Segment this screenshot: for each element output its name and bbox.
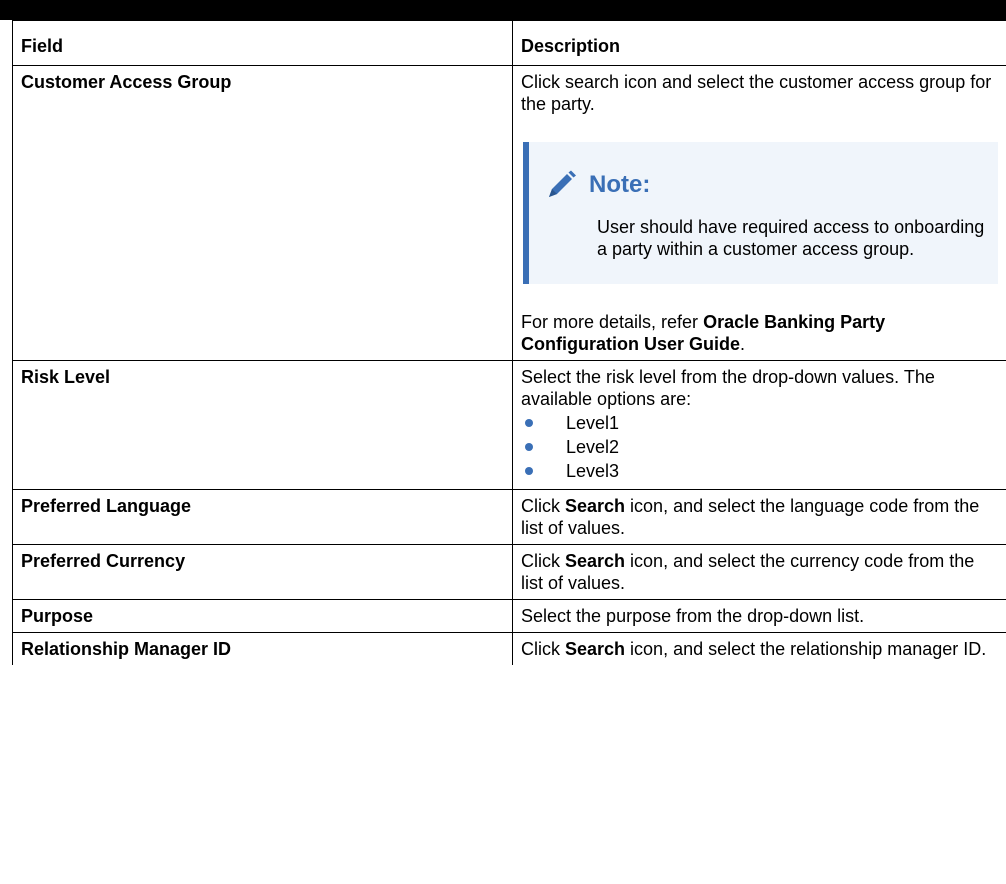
risk-level-options: Level1 Level2 Level3 — [521, 412, 998, 484]
table-row-risk-level: Risk Level Select the risk level from th… — [12, 360, 1006, 490]
note-heading: Note: — [545, 170, 986, 200]
search-label: Search — [565, 639, 626, 659]
header-description: Description — [512, 20, 1006, 66]
table-row-preferred-currency: Preferred Currency Click Search icon, an… — [12, 544, 1006, 600]
more-prefix: For more details, refer — [521, 312, 704, 332]
more-details-text: For more details, refer Oracle Banking P… — [521, 311, 998, 355]
table-row-purpose: Purpose Select the purpose from the drop… — [12, 599, 1006, 633]
field-description-table: Field Description Customer Access Group … — [12, 20, 1006, 665]
table-row-relationship-manager-id: Relationship Manager ID Click Search ico… — [12, 632, 1006, 665]
field-description: Click Search icon, and select the curren… — [512, 544, 1006, 600]
field-name: Preferred Currency — [12, 544, 513, 600]
description-text: Click search icon and select the custome… — [521, 72, 992, 114]
field-name: Risk Level — [12, 360, 513, 490]
field-description: Select the risk level from the drop-down… — [512, 360, 1006, 490]
option-item: Level1 — [521, 412, 998, 436]
top-rule — [0, 0, 1006, 20]
table-row-customer-access-group: Customer Access Group Click search icon … — [12, 65, 1006, 361]
field-description: Click Search icon, and select the langua… — [512, 489, 1006, 545]
bullet-dot — [525, 467, 533, 475]
header-field: Field — [12, 20, 513, 66]
table-header-row: Field Description — [12, 20, 1006, 66]
note-box: Note: User should have required access t… — [523, 142, 998, 284]
field-description: Click search icon and select the custome… — [512, 65, 1006, 361]
field-name: Customer Access Group — [12, 65, 513, 361]
search-label: Search — [565, 496, 626, 516]
description-text: Select the risk level from the drop-down… — [521, 367, 935, 409]
field-description: Select the purpose from the drop-down li… — [512, 599, 1006, 633]
note-title: Note: — [589, 171, 651, 198]
field-name: Preferred Language — [12, 489, 513, 545]
option-item: Level3 — [521, 460, 998, 484]
note-text: User should have required access to onbo… — [597, 217, 985, 259]
field-name: Relationship Manager ID — [12, 632, 513, 665]
table-row-preferred-language: Preferred Language Click Search icon, an… — [12, 489, 1006, 545]
field-description: Click Search icon, and select the relati… — [512, 632, 1006, 665]
pencil-icon — [549, 170, 576, 197]
more-suffix: . — [740, 334, 746, 354]
bullet-dot — [525, 443, 533, 451]
field-name: Purpose — [12, 599, 513, 633]
option-item: Level2 — [521, 436, 998, 460]
bullet-dot — [525, 419, 533, 427]
search-label: Search — [565, 551, 626, 571]
